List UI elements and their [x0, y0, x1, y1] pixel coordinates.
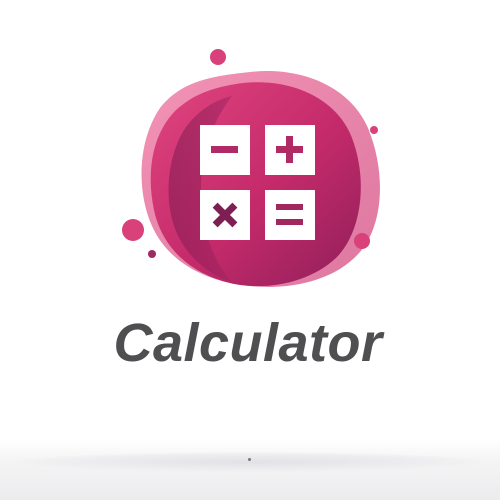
decor-dot — [122, 219, 144, 241]
key-multiply — [200, 190, 250, 240]
brand-wordmark: Calculator — [113, 313, 383, 373]
minus-icon — [211, 146, 238, 153]
key-minus — [200, 125, 250, 175]
key-equals — [265, 190, 315, 240]
decor-dot — [370, 126, 378, 134]
logo-canvas: Calculator — [0, 0, 500, 500]
decor-dot — [148, 250, 156, 258]
decor-dot — [210, 49, 226, 65]
key-plus — [265, 125, 315, 175]
floor-dot — [248, 458, 251, 461]
floor-edge — [20, 452, 480, 472]
calculator-logo — [122, 49, 380, 287]
decor-dot — [354, 233, 370, 249]
